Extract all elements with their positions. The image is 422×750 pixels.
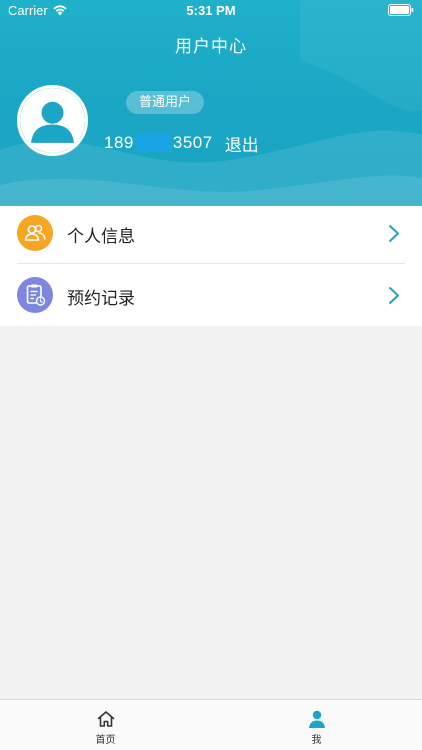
phone-number-prefix: 189: [104, 133, 134, 152]
menu-item-label: 个人信息: [67, 227, 135, 247]
tab-bar: 首页 我: [0, 699, 422, 750]
home-icon: [97, 711, 114, 727]
tab-label: 首页: [95, 735, 116, 746]
phone-number-suffix: 3507: [172, 133, 213, 152]
status-bar: Carrier 5:31 PM: [0, 0, 422, 22]
chevron-right-icon: [389, 287, 399, 304]
battery-icon: [388, 4, 414, 16]
page-title: 用户中心: [175, 37, 247, 57]
menu-item-label: 预约记录: [67, 289, 135, 309]
avatar[interactable]: [17, 85, 88, 156]
clipboard-clock-icon: [17, 277, 53, 313]
role-badge: 普通用户: [126, 91, 205, 114]
user-avatar-icon: [20, 88, 85, 153]
profile-header: Carrier 5:31 PM 用户中心 普通用户 189 3507 退出: [0, 0, 422, 206]
divider: [17, 263, 405, 264]
tab-label: 我: [311, 735, 322, 746]
clock-label: 5:31 PM: [186, 3, 236, 18]
phone-row: 189 3507 退出: [104, 131, 259, 156]
person-icon: [308, 710, 325, 728]
people-icon: [17, 215, 53, 251]
tab-home[interactable]: 首页: [0, 700, 211, 750]
menu-item-personal-info[interactable]: 个人信息: [0, 206, 422, 264]
phone-number-mask: [134, 134, 172, 152]
logout-button[interactable]: 退出: [225, 131, 259, 156]
menu-list: 个人信息 预约记录: [0, 206, 422, 326]
tab-me[interactable]: 我: [211, 700, 422, 750]
chevron-right-icon: [389, 225, 399, 242]
menu-item-booking-records[interactable]: 预约记录: [0, 268, 422, 326]
